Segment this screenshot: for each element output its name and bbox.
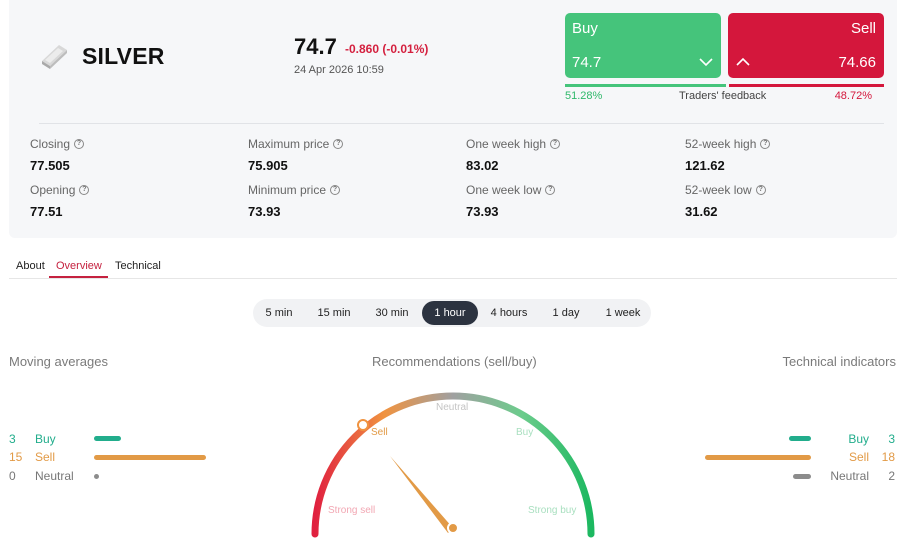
info-icon[interactable]: ?	[74, 139, 85, 149]
asset-name: SILVER	[82, 43, 165, 69]
timeframe-1-hour[interactable]: 1 hour	[422, 301, 478, 325]
feedback-buy-bar	[565, 84, 726, 87]
ma-sell-bar	[94, 455, 206, 460]
ti-neutral-bar	[793, 474, 811, 479]
ma-neutral-label: Neutral	[35, 469, 74, 483]
buy-button-label: Buy	[572, 20, 598, 37]
current-price: 74.7	[294, 34, 337, 59]
feedback-sell-bar	[729, 84, 884, 87]
info-icon[interactable]: ?	[330, 185, 341, 195]
gauge-label-strong-buy: Strong buy	[528, 505, 576, 516]
stat-minimum-price: Minimum price? 73.93	[248, 183, 341, 219]
header-divider	[39, 123, 884, 124]
stat-closing: Closing? 77.505	[30, 137, 85, 173]
timeframe-4-hours[interactable]: 4 hours	[484, 301, 534, 325]
feedback-sell-percent: 48.72%	[834, 90, 872, 102]
ti-neutral-label: Neutral	[830, 469, 869, 483]
stat-value: 83.02	[466, 158, 499, 173]
recommendation-gauge: Strong sell Sell Neutral Buy Strong buy	[311, 392, 595, 538]
info-icon[interactable]: ?	[760, 139, 771, 149]
stat-label: Maximum price	[248, 137, 330, 151]
stat-maximum-price: Maximum price? 75.905	[248, 137, 344, 173]
stat-value: 75.905	[248, 158, 288, 173]
ma-neutral-dot	[94, 474, 99, 479]
chevron-up-icon	[736, 57, 750, 66]
price-change: -0.860 (-0.01%)	[345, 42, 429, 56]
ti-buy-bar	[789, 436, 811, 441]
gauge-label-buy: Buy	[516, 427, 533, 438]
sell-button-label: Sell	[850, 20, 876, 37]
ma-sell-label: Sell	[35, 450, 56, 464]
gauge-needle	[390, 456, 453, 533]
gauge-label-neutral: Neutral	[436, 402, 468, 413]
instrument-header-panel: SILVER 74.7 -0.860 (-0.01%) 24 Apr 2026 …	[9, 0, 897, 238]
moving-averages-title: Moving averages	[9, 354, 108, 369]
ti-neutral-count: 2	[888, 469, 895, 483]
ma-buy-bar	[94, 436, 121, 441]
timeframe-selector: 5 min 15 min 30 min 1 hour 4 hours 1 day…	[253, 299, 651, 327]
stat-52-week-low: 52-week low? 31.62	[685, 183, 766, 219]
tab-technical[interactable]: Technical	[115, 260, 161, 272]
timeframe-15-min[interactable]: 15 min	[309, 301, 359, 325]
gauge-label-sell: Sell	[371, 427, 388, 438]
sell-button[interactable]: Sell 74.66	[728, 13, 884, 78]
section-tabs: About Overview Technical	[9, 258, 897, 279]
gauge-label-strong-sell: Strong sell	[328, 505, 375, 516]
stat-value: 31.62	[685, 204, 718, 219]
feedback-buy-percent: 51.28%	[565, 90, 603, 102]
ma-buy-label: Buy	[35, 432, 56, 446]
price-timestamp: 24 Apr 2026 10:59	[294, 64, 384, 76]
stat-one-week-high: One week high? 83.02	[466, 137, 561, 173]
stat-52-week-high: 52-week high? 121.62	[685, 137, 771, 173]
ma-neutral-count: 0	[9, 469, 16, 483]
stat-label: 52-week high	[685, 137, 757, 151]
gauge-needle-pivot	[447, 522, 459, 534]
tab-overview[interactable]: Overview	[56, 260, 102, 272]
feedback-label: Traders' feedback	[679, 90, 767, 102]
timeframe-1-day[interactable]: 1 day	[543, 301, 589, 325]
sell-button-price: 74.66	[838, 54, 876, 71]
chevron-down-icon	[699, 58, 713, 67]
gauge-position-marker	[357, 419, 369, 431]
ti-buy-count: 3	[888, 432, 895, 446]
stat-label: Opening	[30, 183, 76, 197]
technical-indicators-title: Technical indicators	[782, 354, 896, 369]
timeframe-1-week[interactable]: 1 week	[598, 301, 648, 325]
tab-about[interactable]: About	[16, 260, 45, 272]
info-icon[interactable]: ?	[755, 185, 766, 195]
stat-one-week-low: One week low? 73.93	[466, 183, 556, 219]
timeframe-5-min[interactable]: 5 min	[257, 301, 301, 325]
stat-label: Minimum price	[248, 183, 327, 197]
silver-bar-icon	[42, 45, 67, 69]
stat-value: 77.505	[30, 158, 70, 173]
ti-sell-label: Sell	[848, 450, 869, 464]
info-icon[interactable]: ?	[550, 139, 561, 149]
info-icon[interactable]: ?	[79, 185, 90, 195]
buy-button[interactable]: Buy 74.7	[565, 13, 721, 78]
ti-buy-label: Buy	[848, 432, 869, 446]
ma-buy-count: 3	[9, 432, 16, 446]
stat-label: One week high	[466, 137, 547, 151]
recommendations-title: Recommendations (sell/buy)	[372, 354, 537, 369]
stat-value: 73.93	[466, 204, 499, 219]
stat-value: 77.51	[30, 204, 63, 219]
stat-value: 121.62	[685, 158, 725, 173]
stat-value: 73.93	[248, 204, 281, 219]
stat-label: 52-week low	[685, 183, 752, 197]
stat-opening: Opening? 77.51	[30, 183, 90, 219]
stat-label: Closing	[30, 137, 71, 151]
info-icon[interactable]: ?	[333, 139, 344, 149]
ti-sell-bar	[705, 455, 811, 460]
ti-sell-count: 18	[881, 450, 895, 464]
timeframe-30-min[interactable]: 30 min	[367, 301, 417, 325]
stat-label: One week low	[466, 183, 542, 197]
info-icon[interactable]: ?	[545, 185, 556, 195]
active-tab-indicator	[49, 276, 108, 278]
buy-button-price: 74.7	[572, 54, 602, 71]
ma-sell-count: 15	[9, 450, 23, 464]
